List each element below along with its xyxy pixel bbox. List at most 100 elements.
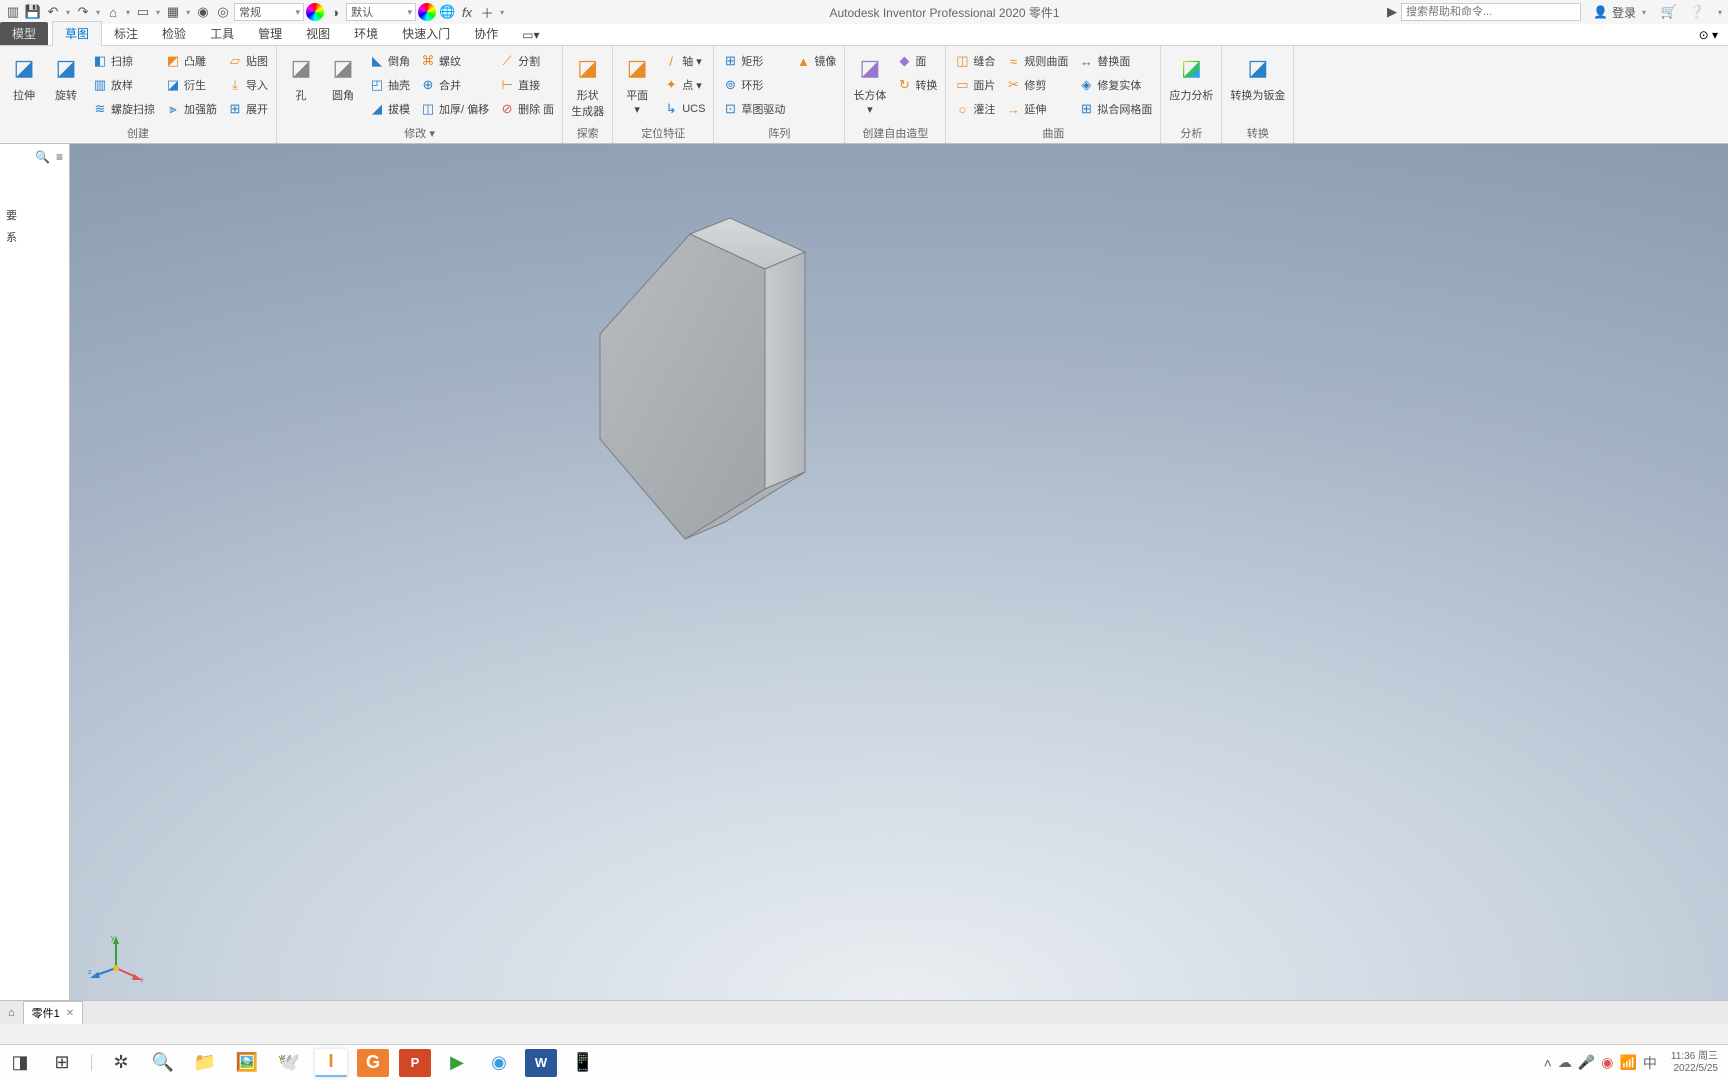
- tab-quickstart[interactable]: 快速入门: [390, 22, 462, 45]
- help-icon[interactable]: ❔: [1688, 3, 1706, 21]
- cart-icon[interactable]: 🛒: [1660, 3, 1678, 21]
- taskbar-play-icon[interactable]: ▶: [441, 1049, 473, 1077]
- ribbon-small-button[interactable]: ◢拔模: [367, 98, 412, 120]
- browser-menu-icon[interactable]: ≡: [56, 150, 63, 164]
- ribbon-expand-button[interactable]: ⊙ ▾: [1689, 25, 1728, 45]
- home-icon[interactable]: ⌂: [104, 3, 122, 21]
- tray-mic-icon[interactable]: 🎤: [1578, 1054, 1595, 1071]
- taskbar-photos-icon[interactable]: 🖼️: [231, 1049, 263, 1077]
- new-icon[interactable]: ▦: [164, 3, 182, 21]
- color-wheel2-icon[interactable]: [418, 3, 436, 21]
- tray-wifi-icon[interactable]: 📶: [1619, 1054, 1636, 1071]
- tab-view[interactable]: 视图: [294, 22, 342, 45]
- ribbon-small-button[interactable]: ↻转换: [894, 74, 939, 96]
- ribbon-small-button[interactable]: ▭面片: [952, 74, 997, 96]
- taskbar-bird-icon[interactable]: 🕊️: [273, 1049, 305, 1077]
- redo-dropdown[interactable]: ▾: [94, 8, 102, 17]
- ribbon-small-button[interactable]: ▥放样: [90, 74, 157, 96]
- ribbon-small-button[interactable]: →延伸: [1003, 98, 1070, 120]
- close-icon[interactable]: ✕: [66, 1008, 74, 1019]
- qat-more-dropdown[interactable]: ▾: [498, 8, 506, 17]
- tab-annotate[interactable]: 标注: [102, 22, 150, 45]
- tray-ime-icon[interactable]: 中: [1643, 1053, 1657, 1073]
- tab-manage[interactable]: 管理: [246, 22, 294, 45]
- fx-icon[interactable]: fx: [458, 3, 476, 21]
- ribbon-small-button[interactable]: ⊞矩形: [720, 50, 787, 72]
- ribbon-small-button[interactable]: ⌘螺纹: [418, 50, 491, 72]
- ribbon-small-button[interactable]: ≈规则曲面: [1003, 50, 1070, 72]
- viewport[interactable]: y x z: [70, 144, 1728, 1000]
- browser-node[interactable]: 要: [4, 204, 65, 226]
- ribbon-small-button[interactable]: ↳UCS: [661, 98, 707, 120]
- measure-icon[interactable]: 🌐: [438, 3, 456, 21]
- properties-icon[interactable]: ◉: [194, 3, 212, 21]
- ribbon-small-button[interactable]: ⊕合并: [418, 74, 491, 96]
- appearance-combo[interactable]: 默认: [346, 3, 416, 21]
- color-wheel-icon[interactable]: [306, 3, 324, 21]
- taskbar-word-icon[interactable]: W: [525, 1049, 557, 1077]
- ribbon-small-button[interactable]: ⊞展开: [225, 98, 270, 120]
- ribbon-small-button[interactable]: ⊢直接: [497, 74, 556, 96]
- tab-tools[interactable]: 工具: [198, 22, 246, 45]
- taskbar-explorer-icon[interactable]: 📁: [189, 1049, 221, 1077]
- plus-icon[interactable]: ＋: [478, 3, 496, 21]
- search-arrow-icon[interactable]: ▶: [1383, 3, 1401, 21]
- ribbon-small-button[interactable]: ◫缝合: [952, 50, 997, 72]
- ribbon-small-button[interactable]: ✂修剪: [1003, 74, 1070, 96]
- help-dropdown[interactable]: ▾: [1716, 8, 1724, 17]
- ribbon-small-button[interactable]: /轴 ▾: [661, 50, 707, 72]
- ribbon-big-button[interactable]: ◪长方体 ▾: [851, 50, 888, 118]
- doc-tab-active[interactable]: 零件1 ✕: [23, 1001, 84, 1024]
- tab-file[interactable]: 模型: [0, 22, 48, 45]
- ribbon-big-button[interactable]: ◪应力分析: [1167, 50, 1215, 105]
- taskbar-app-g-icon[interactable]: G: [357, 1049, 389, 1077]
- ribbon-small-button[interactable]: ◆面: [894, 50, 939, 72]
- ribbon-small-button[interactable]: ⊚环形: [720, 74, 787, 96]
- taskbar-phone-icon[interactable]: 📱: [567, 1049, 599, 1077]
- material-icon[interactable]: ◎: [214, 3, 232, 21]
- tab-inspect[interactable]: 检验: [150, 22, 198, 45]
- ribbon-big-button[interactable]: ◪形状 生成器: [569, 50, 606, 121]
- ribbon-big-button[interactable]: ◪转换为钣金: [1228, 50, 1287, 105]
- taskbar-taskview-icon[interactable]: ⊞: [46, 1049, 78, 1077]
- tray-app-icon[interactable]: ◉: [1601, 1054, 1613, 1071]
- help-search-input[interactable]: [1401, 3, 1581, 21]
- tab-environment[interactable]: 环境: [342, 22, 390, 45]
- ribbon-small-button[interactable]: ⊞拟合网格面: [1076, 98, 1154, 120]
- ribbon-small-button[interactable]: ≋螺旋扫掠: [90, 98, 157, 120]
- ribbon-big-button[interactable]: ◪平面 ▾: [619, 50, 655, 118]
- tab-sketch[interactable]: 草图: [52, 21, 102, 46]
- taskbar-search-icon[interactable]: 🔍: [147, 1049, 179, 1077]
- ribbon-small-button[interactable]: ▱贴图: [225, 50, 270, 72]
- ribbon-small-button[interactable]: ◧扫掠: [90, 50, 157, 72]
- ribbon-small-button[interactable]: ○灌注: [952, 98, 997, 120]
- open-dropdown[interactable]: ▾: [154, 8, 162, 17]
- appearance-icon[interactable]: ◑: [326, 3, 344, 21]
- ribbon-small-button[interactable]: ⊘删除 面: [497, 98, 556, 120]
- solid-model[interactable]: [570, 214, 850, 554]
- style-combo[interactable]: 常规: [234, 3, 304, 21]
- ribbon-small-button[interactable]: ◪衍生: [163, 74, 219, 96]
- ribbon-big-button[interactable]: ◪旋转: [48, 50, 84, 105]
- ribbon-big-button[interactable]: ◪孔: [283, 50, 319, 105]
- ribbon-small-button[interactable]: ⊡草图驱动: [720, 98, 787, 120]
- tray-chevron-up-icon[interactable]: ˄: [1544, 1055, 1552, 1071]
- ribbon-small-button[interactable]: ◣倒角: [367, 50, 412, 72]
- ribbon-big-button[interactable]: ◪拉伸: [6, 50, 42, 105]
- taskbar-powerpoint-icon[interactable]: P: [399, 1049, 431, 1077]
- taskbar-app-icon[interactable]: ◨: [4, 1049, 36, 1077]
- model-browser[interactable]: 🔍 ≡ 要 系: [0, 144, 70, 1000]
- file-menu-icon[interactable]: ▥: [4, 3, 22, 21]
- new-dropdown[interactable]: ▾: [184, 8, 192, 17]
- save-icon[interactable]: 💾: [24, 3, 42, 21]
- ribbon-small-button[interactable]: ◩凸雕: [163, 50, 219, 72]
- tray-cloud-icon[interactable]: ☁: [1558, 1054, 1572, 1071]
- ribbon-small-button[interactable]: ✦点 ▾: [661, 74, 707, 96]
- login-button[interactable]: 👤 登录 ▾: [1593, 4, 1648, 21]
- ribbon-small-button[interactable]: ↔替换面: [1076, 50, 1154, 72]
- ribbon-small-button[interactable]: ◈修复实体: [1076, 74, 1154, 96]
- taskbar-fan-icon[interactable]: ✲: [105, 1049, 137, 1077]
- tray-clock[interactable]: 11:36 周三 2022/5/25: [1671, 1051, 1718, 1075]
- ribbon-small-button[interactable]: ⫸加强筋: [163, 98, 219, 120]
- tab-collaborate[interactable]: 协作: [462, 22, 510, 45]
